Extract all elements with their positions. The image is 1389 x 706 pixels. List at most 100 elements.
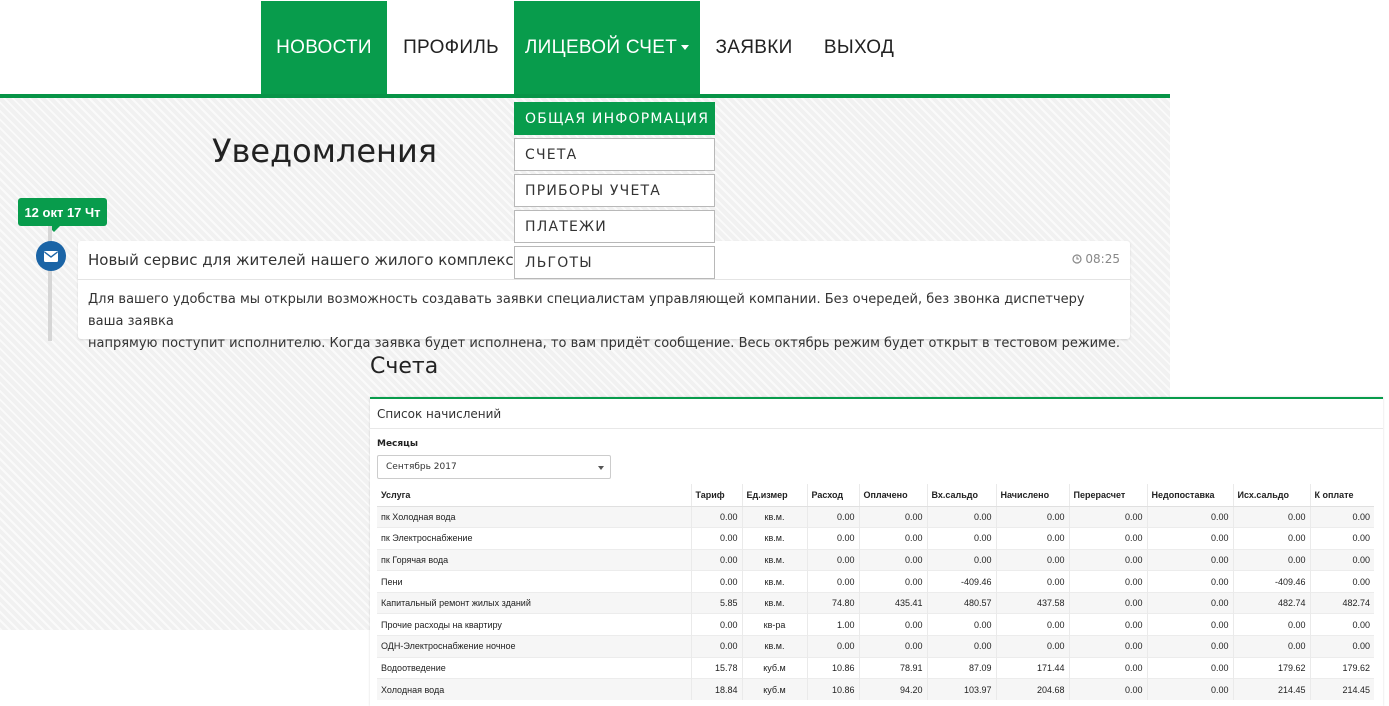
nav-logout-label: ВЫХОД — [823, 36, 895, 58]
nav-requests-label: ЗАЯВКИ — [715, 36, 793, 58]
table-cell: 0.00 — [1146, 656, 1233, 679]
clock-icon — [1072, 254, 1083, 264]
service-cell: Прочие расходы на квартиру — [377, 613, 691, 636]
table-cell: 0.00 — [1232, 505, 1310, 528]
notifications-title: Уведомления — [212, 132, 437, 170]
table-cell: 0.00 — [806, 548, 859, 571]
table-cell: 0.00 — [926, 613, 996, 636]
table-header-row: Услуга Тариф Ед.измер Расход Оплачено Вх… — [377, 484, 1374, 507]
notification-body: Для вашего удобства мы открыли возможнос… — [78, 280, 1130, 355]
service-cell: Капитальный ремонт жилых зданий — [377, 591, 691, 614]
table-cell: 204.68 — [995, 678, 1069, 701]
column-header: К оплате — [1309, 484, 1374, 507]
column-header: Ед.измер — [741, 484, 807, 507]
nav-requests[interactable]: ЗАЯВКИ — [703, 1, 805, 94]
table-cell: 0.00 — [1309, 570, 1374, 593]
table-cell: куб.м — [741, 656, 807, 679]
nav-account[interactable]: ЛИЦЕВОЙ СЧЕТ — [514, 1, 700, 94]
column-header: Тариф — [690, 484, 742, 507]
table-row: пк Холодная вода 0.00 кв.м. 0.00 0.00 0.00 0.0… — [377, 505, 1374, 528]
table-cell: 171.44 — [995, 656, 1069, 679]
nav-profile[interactable]: ПРОФИЛЬ — [389, 1, 513, 94]
table-row: пк Электроснабжение 0.00 кв.м. 0.00 0.00 0.00… — [377, 527, 1374, 550]
envelope-icon — [36, 241, 66, 271]
dropdown-item-label: ОБЩАЯ ИНФОРМАЦИЯ — [525, 110, 710, 127]
table-cell: 0.00 — [806, 570, 859, 593]
dropdown-item-label: ПЛАТЕЖИ — [525, 218, 607, 235]
table-cell: 78.91 — [858, 656, 927, 679]
table-cell: 482.74 — [1232, 591, 1310, 614]
service-cell: Холодная вода — [377, 678, 691, 701]
nav-logout[interactable]: ВЫХОД — [810, 1, 908, 94]
table-cell: 0.00 — [926, 505, 996, 528]
chevron-down-icon — [681, 45, 690, 50]
table-cell: 0.00 — [1068, 678, 1147, 701]
table-cell: 0.00 — [1068, 613, 1147, 636]
table-cell: 0.00 — [926, 527, 996, 550]
table-cell: 0.00 — [926, 548, 996, 571]
table-cell: 94.20 — [858, 678, 927, 701]
table-row: пк Горячая вода 0.00 кв.м. 0.00 0.00 0.00 0.00… — [377, 548, 1374, 571]
table-cell: куб.м — [741, 678, 807, 701]
table-row: Капитальный ремонт жилых зданий 5.85 кв.м.… — [377, 591, 1374, 614]
table-row: Прочие расходы на квартиру 0.00 кв-ра 1.00 0… — [377, 613, 1374, 636]
column-header: Недопоставка — [1146, 484, 1233, 507]
table-cell: 0.00 — [690, 505, 742, 528]
nav-news-label: НОВОСТИ — [276, 36, 372, 58]
table-cell: 0.00 — [1309, 505, 1374, 528]
table-cell: 0.00 — [1146, 548, 1233, 571]
table-cell: кв.м. — [741, 505, 807, 528]
table-cell: 435.41 — [858, 591, 927, 614]
table-cell: 214.45 — [1232, 678, 1310, 701]
table-cell: 0.00 — [1232, 613, 1310, 636]
month-select-value: Сентябрь 2017 — [386, 462, 457, 472]
dropdown-item-benefits[interactable]: ЛЬГОТЫ — [514, 246, 715, 279]
table-cell: 0.00 — [690, 570, 742, 593]
table-cell: -409.46 — [926, 570, 996, 593]
table-cell: 0.00 — [1232, 548, 1310, 571]
table-row: Водоотведение 15.78 куб.м 10.86 78.91 87.09 17… — [377, 656, 1374, 679]
table-cell: 0.00 — [995, 570, 1069, 593]
service-cell: ОДН-Электроснабжение ночное — [377, 635, 691, 658]
panel-title: Список начислений — [370, 399, 1383, 429]
table-row: Пени 0.00 кв.м. 0.00 0.00 -409.46 0.00 0.00 0.00… — [377, 570, 1374, 593]
table-cell: 0.00 — [806, 635, 859, 658]
top-navbar: НОВОСТИ ПРОФИЛЬ ЛИЦЕВОЙ СЧЕТ ЗАЯВКИ ВЫХО… — [0, 0, 1170, 98]
column-header: Исх.сальдо — [1232, 484, 1310, 507]
table-cell: 0.00 — [690, 613, 742, 636]
dropdown-item-accounts[interactable]: СЧЕТА — [514, 138, 715, 171]
table-cell: 0.00 — [1068, 656, 1147, 679]
nav-news[interactable]: НОВОСТИ — [261, 1, 387, 94]
table-cell: 0.00 — [1146, 591, 1233, 614]
table-cell: кв.м. — [741, 527, 807, 550]
table-row: ОДН-Электроснабжение ночное 0.00 кв.м. 0.00… — [377, 635, 1374, 658]
table-cell: 0.00 — [1146, 613, 1233, 636]
table-cell: 0.00 — [1146, 635, 1233, 658]
column-header: Расход — [806, 484, 859, 507]
notification-time-text: 08:25 — [1085, 252, 1120, 266]
table-cell: 179.62 — [1232, 656, 1310, 679]
service-cell: Пени — [377, 570, 691, 593]
nav-profile-label: ПРОФИЛЬ — [403, 36, 499, 58]
months-label: Месяцы — [377, 439, 418, 449]
table-cell: 0.00 — [858, 548, 927, 571]
column-header: Услуга — [377, 484, 691, 507]
month-select[interactable]: Сентябрь 2017 — [377, 455, 611, 479]
table-cell: 0.00 — [1146, 505, 1233, 528]
dropdown-item-general-info[interactable]: ОБЩАЯ ИНФОРМАЦИЯ — [514, 102, 715, 135]
service-cell: пк Холодная вода — [377, 505, 691, 528]
table-cell: 0.00 — [995, 505, 1069, 528]
table-cell: 0.00 — [995, 635, 1069, 658]
table-cell: 0.00 — [1232, 635, 1310, 658]
table-cell: 0.00 — [1068, 527, 1147, 550]
dropdown-item-payments[interactable]: ПЛАТЕЖИ — [514, 210, 715, 243]
dropdown-item-meters[interactable]: ПРИБОРЫ УЧЕТА — [514, 174, 715, 207]
table-cell: кв.м. — [741, 548, 807, 571]
table-cell: 0.00 — [995, 548, 1069, 571]
dropdown-item-label: ЛЬГОТЫ — [525, 254, 593, 271]
notification-body-line: Для вашего удобства мы открыли возможнос… — [88, 292, 1085, 329]
table-cell: 0.00 — [1068, 570, 1147, 593]
table-cell: 480.57 — [926, 591, 996, 614]
table-cell: 0.00 — [1232, 527, 1310, 550]
table-cell: 74.80 — [806, 591, 859, 614]
